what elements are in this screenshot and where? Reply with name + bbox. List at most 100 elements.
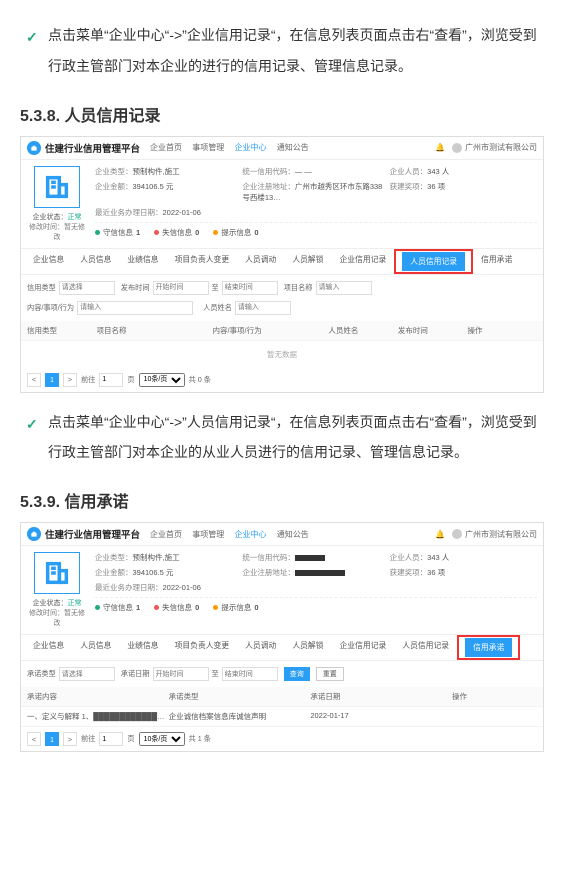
next-page-button[interactable]: >: [63, 373, 77, 387]
instruction-paragraph: ✓ 点击菜单“企业中心“->”企业信用记录“，在信息列表页面点击右“查看”，浏览…: [20, 20, 544, 82]
user-area: 🔔 广州市测试有限公司: [435, 529, 537, 540]
end-date-input[interactable]: [222, 667, 278, 681]
credit-type-select[interactable]: [59, 281, 115, 295]
pagination: < 1 > 前往页 10条/页 共 1 条: [21, 727, 543, 751]
tab[interactable]: 人员信用记录: [394, 635, 457, 660]
tab[interactable]: 企业信用记录: [332, 635, 395, 660]
stats-row: 守信信息1 失信信息0 提示信息0: [95, 222, 537, 238]
screenshot-credit-commitment: 住建行业信用管理平台 企业首页 事项管理 企业中心 通知公告 🔔 广州市测试有限…: [20, 522, 544, 752]
start-date-input[interactable]: [153, 667, 209, 681]
tab[interactable]: 人员信息: [72, 635, 119, 660]
nav-item-active[interactable]: 企业中心: [234, 530, 266, 539]
tab[interactable]: 项目负责人变更: [167, 249, 238, 274]
screenshot-personnel-credit: 住建行业信用管理平台 企业首页 事项管理 企业中心 通知公告 🔔 广州市测试有限…: [20, 136, 544, 393]
top-nav: 企业首页 事项管理 企业中心 通知公告: [150, 142, 317, 153]
stats-row: 守信信息1 失信信息0 提示信息0: [95, 597, 537, 613]
project-name-input[interactable]: [316, 281, 372, 295]
platform-title: 住建行业信用管理平台: [45, 141, 140, 155]
prev-page-button[interactable]: <: [27, 373, 41, 387]
redacted: [295, 570, 345, 576]
user-area: 🔔 广州市测试有限公司: [435, 142, 537, 153]
tab[interactable]: 人员调动: [237, 249, 284, 274]
table-header: 承诺内容 承诺类型 承诺日期 操作: [21, 687, 543, 707]
name-input[interactable]: [235, 301, 291, 315]
nav-item[interactable]: 通知公告: [277, 530, 309, 539]
tab[interactable]: 人员信息: [72, 249, 119, 274]
reset-button[interactable]: 重置: [316, 667, 344, 681]
goto-page-input[interactable]: [99, 732, 123, 746]
no-data-text: 暂无数据: [21, 341, 543, 368]
section-heading-538: 5.3.8. 人员信用记录: [20, 102, 544, 126]
tab[interactable]: 企业信息: [25, 249, 72, 274]
heart-icon: [154, 230, 159, 235]
avatar[interactable]: [452, 143, 462, 153]
company-info: 企业类型：预制构件,施工 统一信用代码： 企业人员：343 人 企业金额：394…: [87, 552, 537, 628]
tab[interactable]: 业绩信息: [119, 635, 166, 660]
tab[interactable]: 信用承诺: [473, 249, 520, 274]
app-header: 住建行业信用管理平台 企业首页 事项管理 企业中心 通知公告 🔔 广州市测试有限…: [21, 137, 543, 160]
cell-action[interactable]: [452, 711, 537, 722]
company-info: 企业类型：预制构件,施工 统一信用代码：— — 企业人员：343 人 企业金额：…: [87, 166, 537, 242]
cell-date: 2022-01-17: [310, 711, 452, 722]
tab-active[interactable]: 信用承诺: [465, 638, 512, 657]
filter-bar: 信用类型 发布时间至 项目名称 内容/事项/行为 人员姓名: [21, 275, 543, 321]
section-heading-539: 5.3.9. 信用承诺: [20, 488, 544, 512]
cell-content: 一、定义与解释 1、█████████████…: [27, 711, 169, 722]
nav-item[interactable]: 通知公告: [277, 143, 309, 152]
logo-icon: [27, 141, 41, 155]
nav-item[interactable]: 企业首页: [150, 530, 182, 539]
nav-item[interactable]: 事项管理: [192, 143, 224, 152]
bell-icon[interactable]: 🔔: [435, 530, 445, 539]
prev-page-button[interactable]: <: [27, 732, 41, 746]
user-company: 广州市测试有限公司: [465, 529, 537, 540]
logo-icon: [27, 527, 41, 541]
tab[interactable]: 人员解锁: [284, 635, 331, 660]
end-date-input[interactable]: [222, 281, 278, 295]
app-header: 住建行业信用管理平台 企业首页 事项管理 企业中心 通知公告 🔔 广州市测试有限…: [21, 523, 543, 546]
highlighted-tab: 人员信用记录: [394, 249, 473, 274]
total-count: 共 0 条: [189, 375, 211, 385]
avatar[interactable]: [452, 529, 462, 539]
cell-type: 企业诚信档案信息库诚信声明: [169, 711, 311, 722]
table-row: 一、定义与解释 1、█████████████… 企业诚信档案信息库诚信声明 2…: [21, 707, 543, 727]
search-button[interactable]: 查询: [284, 667, 310, 681]
content-input[interactable]: [77, 301, 193, 315]
pagination: < 1 > 前往页 10条/页 共 0 条: [21, 368, 543, 392]
highlighted-tab: 信用承诺: [457, 635, 520, 660]
commitment-type-select[interactable]: [59, 667, 115, 681]
building-icon: [34, 552, 80, 594]
shield-icon: [95, 605, 100, 610]
instruction-paragraph: ✓ 点击菜单“企业中心“->”人员信用记录“，在信息列表页面点击右“查看”，浏览…: [20, 407, 544, 469]
warn-icon: [213, 230, 218, 235]
tab-active[interactable]: 人员信用记录: [402, 252, 465, 271]
page-size-select[interactable]: 10条/页: [139, 732, 185, 746]
tab[interactable]: 人员解锁: [284, 249, 331, 274]
page-number[interactable]: 1: [45, 732, 59, 746]
page-size-select[interactable]: 10条/页: [139, 373, 185, 387]
company-card: 企业状态：正常 修改时间：暂无修改: [27, 552, 87, 628]
nav-item-active[interactable]: 企业中心: [234, 143, 266, 152]
platform-title: 住建行业信用管理平台: [45, 527, 140, 541]
goto-page-input[interactable]: [99, 373, 123, 387]
filter-bar: 承诺类型 承诺日期至 查询 重置: [21, 661, 543, 687]
nav-item[interactable]: 企业首页: [150, 143, 182, 152]
tab[interactable]: 业绩信息: [119, 249, 166, 274]
top-nav: 企业首页 事项管理 企业中心 通知公告: [150, 529, 317, 540]
user-company: 广州市测试有限公司: [465, 142, 537, 153]
heart-icon: [154, 605, 159, 610]
building-icon: [34, 166, 80, 208]
instruction-text: 点击菜单“企业中心“->”企业信用记录“，在信息列表页面点击右“查看”，浏览受到…: [48, 27, 537, 74]
nav-item[interactable]: 事项管理: [192, 530, 224, 539]
page-number[interactable]: 1: [45, 373, 59, 387]
start-date-input[interactable]: [153, 281, 209, 295]
tab[interactable]: 企业信息: [25, 635, 72, 660]
bell-icon[interactable]: 🔔: [435, 143, 445, 152]
redacted: [295, 555, 325, 561]
instruction-text: 点击菜单“企业中心“->”人员信用记录“，在信息列表页面点击右“查看”，浏览受到…: [48, 414, 537, 461]
tab[interactable]: 人员调动: [237, 635, 284, 660]
table-header: 信用类型 项目名称 内容/事项/行为 人员姓名 发布时间 操作: [21, 321, 543, 341]
tab[interactable]: 项目负责人变更: [167, 635, 238, 660]
next-page-button[interactable]: >: [63, 732, 77, 746]
check-icon: ✓: [26, 22, 38, 53]
tab[interactable]: 企业信用记录: [332, 249, 395, 274]
